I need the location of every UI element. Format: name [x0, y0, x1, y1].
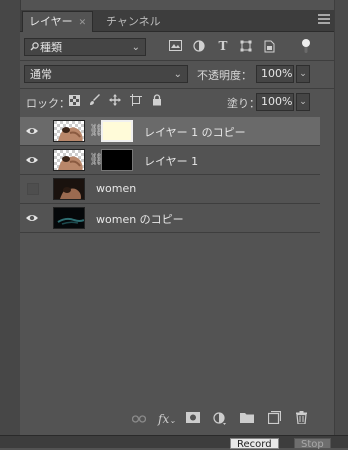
opacity-slider-dropdown[interactable]: ⌄ [296, 65, 310, 83]
panel-tabbar: レイヤー ✕ チャンネル [20, 10, 334, 32]
trash-icon[interactable] [293, 411, 309, 427]
folder-icon[interactable] [239, 411, 255, 427]
tab-channels[interactable]: チャンネル [100, 12, 167, 31]
eye-icon[interactable] [25, 211, 39, 225]
lock-brush-icon[interactable] [89, 94, 101, 109]
filter-row: 種類 ⌄ T [20, 36, 334, 58]
fx-icon[interactable]: fx⌄ [158, 411, 176, 427]
filter-pixel-icon[interactable] [168, 40, 182, 54]
filter-smart-object-icon[interactable] [262, 40, 276, 56]
tab-layers-label: レイヤー [29, 15, 73, 28]
layer-mask-thumbnail[interactable] [101, 120, 133, 142]
layer-row[interactable]: ⛓ レイヤー 1 [20, 146, 320, 175]
eye-icon[interactable] [25, 124, 39, 138]
mask-icon[interactable] [185, 411, 201, 427]
tab-layers[interactable]: レイヤー ✕ [22, 11, 94, 32]
divider [20, 88, 334, 89]
layer-row[interactable]: women [20, 175, 320, 204]
layer-name[interactable]: women [96, 182, 136, 195]
lock-transparent-icon[interactable] [68, 95, 80, 109]
eye-icon[interactable] [25, 153, 39, 167]
layer-name[interactable]: レイヤー 1 のコピー [144, 124, 246, 140]
right-dock-edge [334, 0, 348, 435]
adjustment-icon[interactable] [212, 411, 228, 427]
filter-kind-dropdown[interactable]: 種類 ⌄ [24, 38, 146, 56]
visibility-toggle[interactable] [27, 183, 39, 195]
fill-input[interactable]: 100% [256, 93, 294, 111]
layer-thumbnail [53, 178, 85, 200]
tab-channels-label: チャンネル [106, 15, 161, 28]
left-dock-strip [0, 0, 21, 435]
record-button[interactable]: Record [230, 438, 279, 450]
fill-slider-dropdown[interactable]: ⌄ [296, 93, 310, 111]
layer-thumbnail [53, 149, 85, 171]
lock-move-icon[interactable] [109, 94, 121, 109]
panel-menu-icon[interactable] [318, 14, 330, 26]
lock-all-icon[interactable] [151, 94, 163, 109]
filter-adjustment-icon[interactable] [192, 40, 206, 55]
filter-toggle-icon[interactable] [300, 38, 312, 57]
filter-kind-label: 種類 [40, 41, 62, 54]
layer-thumbnail [53, 207, 85, 229]
lock-artboard-icon[interactable] [130, 94, 142, 109]
layers-list: ⛓ レイヤー 1 のコピー ⛓ レイヤー 1 women women のコピー [20, 117, 320, 233]
divider [20, 60, 334, 61]
chevron-down-icon: ⌄ [131, 42, 140, 53]
layers-panel: レイヤー ✕ チャンネル 種類 ⌄ T 通常 ⌄ 不透明度： 100% ⌄ ロッ… [20, 10, 334, 435]
chevron-down-icon: ⌄ [173, 69, 182, 80]
lock-label: ロック： [26, 97, 70, 110]
tab-close-icon[interactable]: ✕ [79, 18, 87, 28]
layer-name[interactable]: レイヤー 1 [144, 153, 198, 169]
opacity-input[interactable]: 100% [256, 65, 294, 83]
layer-thumbnail [53, 120, 85, 142]
blend-mode-dropdown[interactable]: 通常 ⌄ [24, 65, 188, 83]
filter-shape-icon[interactable] [239, 40, 253, 55]
filter-kind-value: 種類 [30, 40, 62, 56]
link-icon[interactable] [131, 411, 147, 427]
search-icon [30, 40, 40, 56]
stop-button[interactable]: Stop [294, 438, 331, 450]
blend-row: 通常 ⌄ 不透明度： 100% ⌄ [20, 63, 334, 85]
actions-statusbar: Record Stop [0, 435, 348, 450]
layer-row[interactable]: women のコピー [20, 204, 320, 233]
layer-mask-thumbnail[interactable] [101, 149, 133, 171]
blend-mode-value: 通常 [30, 68, 52, 81]
layers-bottom-toolbar: fx⌄ [20, 408, 334, 430]
lock-row: ロック： 塗り： 100% ⌄ [20, 91, 334, 113]
layer-name[interactable]: women のコピー [96, 211, 184, 227]
layer-row[interactable]: ⛓ レイヤー 1 のコピー [20, 117, 320, 146]
new-layer-icon[interactable] [266, 410, 282, 427]
filter-type-icon[interactable]: T [216, 39, 230, 53]
opacity-label: 不透明度： [197, 69, 252, 82]
